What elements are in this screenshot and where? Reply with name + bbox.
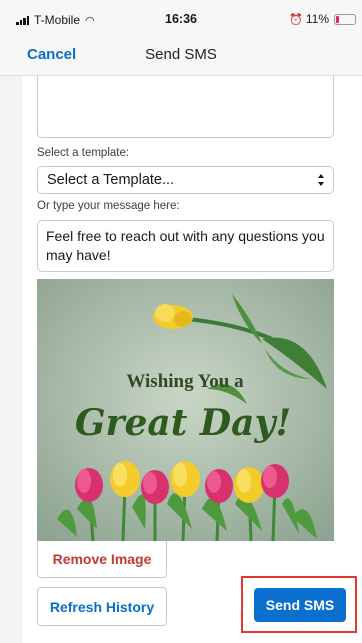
battery-group: ⏰ 11%	[289, 12, 356, 26]
refresh-history-button[interactable]: Refresh History	[37, 587, 167, 626]
battery-percent: 11%	[305, 12, 329, 26]
remove-image-button[interactable]: Remove Image	[37, 541, 167, 578]
battery-icon	[334, 13, 356, 25]
history-textarea[interactable]	[37, 76, 334, 138]
sms-form-panel: Select a template: Select a Template... …	[22, 76, 362, 643]
alarm-icon: ⏰	[289, 13, 303, 26]
send-sms-highlight: Send SMS	[241, 576, 357, 633]
template-select[interactable]: Select a Template...	[37, 166, 334, 194]
template-label: Select a template:	[37, 147, 130, 159]
greeting-card-image: Wishing You a Great Day!	[37, 279, 334, 541]
status-bar: T-Mobile ◠ 16:36 ⏰ 11%	[0, 0, 362, 34]
card-line-2: Great Day!	[75, 402, 291, 444]
message-label: Or type your message here:	[37, 200, 180, 212]
message-textarea[interactable]: Feel free to reach out with any question…	[37, 220, 334, 272]
up-down-arrow-icon	[318, 174, 324, 186]
page-title: Send SMS	[145, 46, 217, 63]
template-select-value: Select a Template...	[47, 172, 175, 188]
nav-bar: Cancel Send SMS	[0, 34, 362, 76]
card-line-1: Wishing You a	[126, 371, 244, 392]
send-sms-button[interactable]: Send SMS	[254, 588, 346, 622]
